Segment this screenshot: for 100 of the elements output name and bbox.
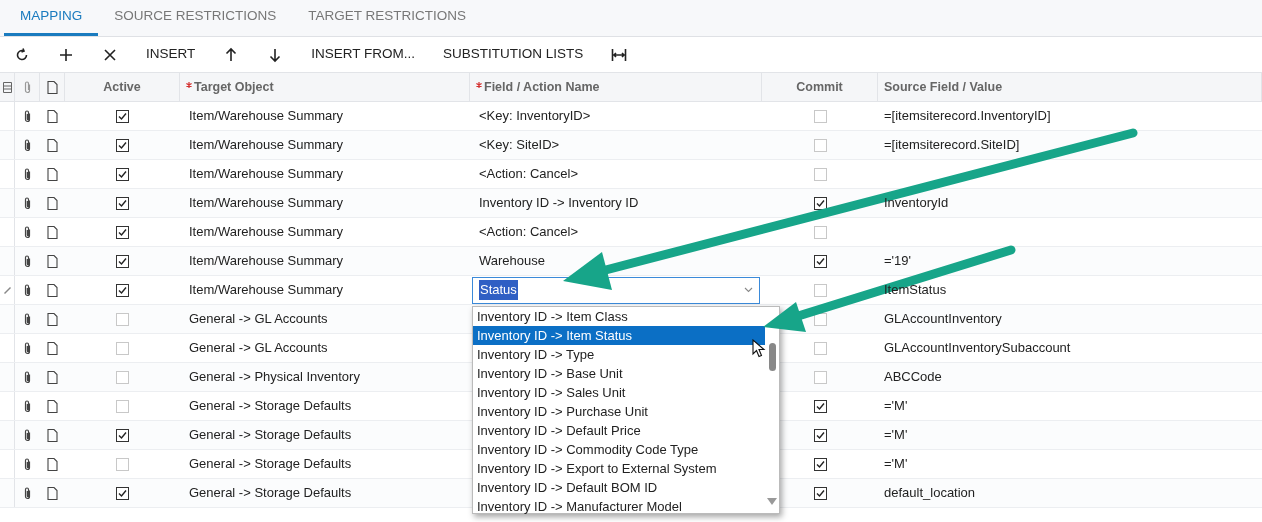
tab[interactable]: SOURCE RESTRICTIONS <box>98 0 293 36</box>
scroll-down-icon[interactable] <box>767 498 777 505</box>
toolbar-button[interactable]: INSERT <box>132 36 210 73</box>
paperclip-icon[interactable] <box>23 138 32 152</box>
table-cell-text: Item/Warehouse Summary <box>189 223 344 242</box>
toolbar-button[interactable]: SUBSTITUTION LISTS <box>429 36 598 73</box>
checkbox[interactable] <box>116 428 129 442</box>
dropdown-option[interactable]: Inventory ID -> Item Class <box>473 307 765 326</box>
paperclip-icon[interactable] <box>23 254 32 268</box>
paperclip-icon[interactable] <box>23 312 32 326</box>
checkbox[interactable] <box>116 196 129 210</box>
dropdown-option[interactable]: Inventory ID -> Commodity Code Type <box>473 440 765 459</box>
table-cell-text: Item/Warehouse Summary <box>189 165 344 184</box>
table-cell-text: General -> GL Accounts <box>189 310 328 329</box>
paperclip-icon[interactable] <box>23 399 32 413</box>
table-cell-text: General -> Storage Defaults <box>189 397 352 416</box>
column-header[interactable]: Source Field / Value <box>878 73 1262 101</box>
checkbox[interactable] <box>116 283 129 297</box>
paperclip-icon[interactable] <box>23 486 32 500</box>
checkbox[interactable] <box>116 138 129 152</box>
document-icon[interactable] <box>47 312 58 326</box>
document-icon[interactable] <box>47 486 58 500</box>
document-icon[interactable] <box>47 399 58 413</box>
document-icon[interactable] <box>46 80 58 94</box>
checkbox[interactable] <box>813 399 827 413</box>
checkbox[interactable] <box>116 486 129 500</box>
tab[interactable]: TARGET RESTRICTIONS <box>292 0 483 36</box>
document-icon[interactable] <box>47 109 58 123</box>
checkbox[interactable] <box>116 109 129 123</box>
checkbox[interactable] <box>813 254 827 268</box>
checkbox[interactable] <box>813 486 827 500</box>
document-icon[interactable] <box>47 225 58 239</box>
document-icon[interactable] <box>47 428 58 442</box>
checkbox[interactable] <box>813 196 827 210</box>
checkbox[interactable] <box>116 225 129 239</box>
paperclip-icon[interactable] <box>23 457 32 471</box>
column-header-label: Target Object <box>194 78 274 96</box>
column-header[interactable]: Commit <box>762 73 878 101</box>
required-icon <box>186 82 192 88</box>
dropdown-option[interactable]: Inventory ID -> Default BOM ID <box>473 478 765 497</box>
table-cell-text: <Action: Cancel> <box>478 165 579 184</box>
table-cell-text: Item/Warehouse Summary <box>189 194 344 213</box>
table-cell-text: ABCCode <box>884 368 942 387</box>
table-cell-text: General -> Storage Defaults <box>189 484 352 503</box>
row-selector-icon[interactable] <box>2 81 12 93</box>
paperclip-icon[interactable] <box>23 196 32 210</box>
table-cell-text: General -> Storage Defaults <box>189 455 352 474</box>
document-icon[interactable] <box>47 457 58 471</box>
paperclip-icon[interactable] <box>23 225 32 239</box>
column-header[interactable]: Field / Action Name <box>470 73 762 101</box>
dropdown-option[interactable]: Inventory ID -> Item Status <box>473 326 765 345</box>
field-select[interactable]: Status <box>472 276 760 304</box>
dropdown-option[interactable]: Inventory ID -> Manufacturer Model <box>473 497 765 516</box>
checkbox[interactable] <box>116 254 129 268</box>
toolbar-button[interactable]: INSERT FROM... <box>297 36 430 73</box>
column-header-label: Field / Action Name <box>484 78 600 96</box>
dropdown-option[interactable]: Inventory ID -> Export to External System <box>473 459 765 478</box>
paperclip-icon[interactable] <box>22 80 32 94</box>
dropdown-option[interactable]: Inventory ID -> Sales Unit <box>473 383 765 402</box>
document-icon[interactable] <box>47 341 58 355</box>
dropdown-option[interactable]: Inventory ID -> Base Unit <box>473 364 765 383</box>
column-header-label: Active <box>103 78 141 96</box>
table-cell-text: General -> GL Accounts <box>189 339 328 358</box>
pencil-icon <box>3 286 11 294</box>
paperclip-icon[interactable] <box>23 341 32 355</box>
paperclip-icon[interactable] <box>23 167 32 181</box>
checkbox[interactable] <box>813 457 827 471</box>
table-cell-text: General -> Physical Inventory <box>189 368 360 387</box>
table-cell-text: =[itemsiterecord.SiteID] <box>884 136 1020 155</box>
column-header[interactable]: Active <box>65 73 180 101</box>
paperclip-icon[interactable] <box>23 370 32 384</box>
scrollbar-thumb[interactable] <box>769 343 776 371</box>
document-icon[interactable] <box>47 370 58 384</box>
document-icon[interactable] <box>47 167 58 181</box>
document-icon[interactable] <box>47 196 58 210</box>
document-icon[interactable] <box>47 283 58 297</box>
table-cell-text: GLAccountInventorySubaccount <box>884 339 1071 358</box>
checkbox[interactable] <box>813 428 827 442</box>
table-cell-text: ='M' <box>884 397 908 416</box>
table-cell-text: Inventory ID -> Inventory ID <box>478 194 640 213</box>
table-cell-text: ='M' <box>884 455 908 474</box>
paperclip-icon[interactable] <box>23 283 32 297</box>
dropdown-option[interactable]: Inventory ID -> Purchase Unit <box>473 402 765 421</box>
document-icon[interactable] <box>47 138 58 152</box>
document-icon[interactable] <box>47 254 58 268</box>
table-cell-text: ='19' <box>884 252 911 271</box>
table-cell-text: Item/Warehouse Summary <box>189 136 344 155</box>
paperclip-icon[interactable] <box>23 428 32 442</box>
paperclip-icon[interactable] <box>23 109 32 123</box>
chevron-down-icon <box>744 287 753 293</box>
table-cell-text: <Key: InventoryID> <box>478 107 592 126</box>
tab[interactable]: MAPPING <box>4 0 99 36</box>
checkbox[interactable] <box>116 167 129 181</box>
column-header-label: Source Field / Value <box>884 78 1003 96</box>
column-header[interactable]: Target Object <box>180 73 470 101</box>
table-cell-text: InventoryId <box>884 194 949 213</box>
dropdown-option[interactable]: Inventory ID -> Default Price <box>473 421 765 440</box>
table-cell-text: Warehouse <box>478 252 546 271</box>
table-cell-text: default_location <box>884 484 976 503</box>
table-cell-text: GLAccountInventory <box>884 310 1002 329</box>
